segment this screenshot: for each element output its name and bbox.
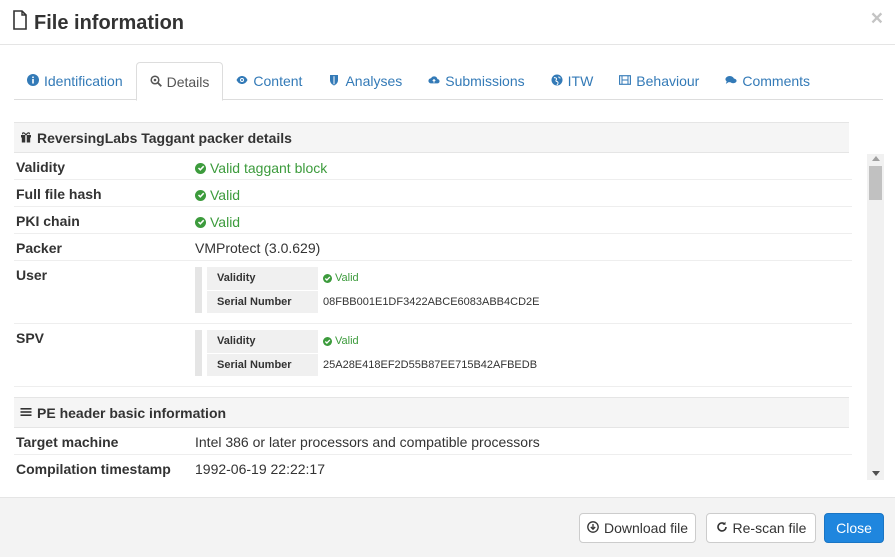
- close-icon[interactable]: ×: [871, 8, 883, 29]
- close-button[interactable]: Close: [824, 513, 884, 543]
- table-row: Serial Number 08FBB001E1DF3422ABCE6083AB…: [207, 289, 545, 313]
- table-row: Validity Valid: [207, 330, 542, 353]
- shield-icon: [328, 73, 340, 89]
- list-icon: [20, 405, 32, 421]
- pe-header-section-header: PE header basic information: [14, 397, 849, 428]
- refresh-icon: [716, 520, 728, 536]
- row-key: Validity: [16, 159, 66, 175]
- row-full-file-hash: Full file hash Valid: [14, 180, 852, 207]
- download-file-button[interactable]: Download file: [579, 513, 696, 543]
- pe-header-section-title: PE header basic information: [37, 404, 227, 421]
- user-certificate-table: Validity Valid Serial Number 08FBB001E1D…: [195, 267, 852, 313]
- row-key: User: [16, 267, 48, 283]
- spv-certificate-table: Validity Valid Serial Number 25A28E418EF…: [195, 330, 852, 376]
- row-pki-chain: PKI chain Valid: [14, 207, 852, 234]
- tab-label: Behaviour: [636, 73, 700, 89]
- table-row: Validity Valid: [207, 267, 544, 290]
- rescan-file-button[interactable]: Re-scan file: [706, 513, 816, 543]
- scrollbar-thumb[interactable]: [869, 166, 882, 200]
- valid-status: Valid: [195, 187, 240, 203]
- table-row: Serial Number 25A28E418EF2D55B87EE715B42…: [207, 352, 543, 376]
- row-spv: SPV Validity Valid Serial Number 25A28E4…: [14, 324, 852, 387]
- cell-key: Validity: [207, 330, 318, 353]
- check-circle-icon: [323, 336, 332, 346]
- file-information-modal: File information × Identification Detail…: [0, 0, 895, 557]
- row-target-machine: Target machine Intel 386 or later proces…: [14, 428, 852, 455]
- check-circle-icon: [195, 189, 206, 201]
- valid-text: Valid: [210, 214, 241, 230]
- film-icon: [619, 73, 632, 89]
- check-circle-icon: [195, 162, 206, 174]
- row-key: PKI chain: [16, 213, 80, 229]
- tab-details[interactable]: Details: [135, 62, 224, 101]
- download-icon: [587, 520, 599, 536]
- taggant-section-title: ReversingLabs Taggant packer details: [37, 129, 292, 146]
- serial-number-value: 08FBB001E1DF3422ABCE6083ABB4CD2E: [318, 289, 545, 313]
- file-icon: [12, 10, 28, 36]
- globe-icon: [551, 73, 563, 89]
- row-packer: Packer VMProtect (3.0.629): [14, 234, 852, 261]
- tab-identification[interactable]: Identification: [14, 62, 136, 100]
- row-key: Target machine: [16, 434, 119, 450]
- row-value: VMProtect (3.0.629): [195, 240, 321, 256]
- tab-behaviour[interactable]: Behaviour: [606, 62, 712, 100]
- valid-text: Valid: [210, 187, 241, 203]
- vertical-scrollbar[interactable]: [867, 154, 884, 480]
- tab-submissions[interactable]: Submissions: [415, 62, 537, 100]
- tab-content[interactable]: Content: [223, 62, 315, 100]
- row-key: SPV: [16, 330, 45, 346]
- details-scroll-panel[interactable]: ReversingLabs Taggant packer details Val…: [14, 114, 852, 480]
- check-circle-icon: [195, 216, 206, 228]
- row-key: Compilation timestamp: [16, 461, 171, 477]
- tab-label: Content: [253, 73, 303, 89]
- modal-title-text: File information: [34, 11, 184, 34]
- cell-key: Serial Number: [207, 289, 318, 313]
- scroll-up-arrow-icon[interactable]: [867, 154, 884, 162]
- scroll-down-arrow-icon[interactable]: [867, 466, 884, 480]
- tab-label: Analyses: [345, 73, 403, 89]
- tab-label: Comments: [742, 73, 811, 89]
- modal-header: File information ×: [0, 0, 895, 45]
- eye-icon: [236, 73, 248, 89]
- valid-status: Valid: [323, 272, 359, 284]
- row-compilation-timestamp: Compilation timestamp 1992-06-19 22:22:1…: [14, 455, 852, 480]
- serial-number-value: 25A28E418EF2D55B87EE715B42AFBEDB: [318, 352, 543, 376]
- row-value: 1992-06-19 22:22:17: [195, 461, 325, 477]
- tab-label: Details: [166, 73, 210, 90]
- rescan-label: Re-scan file: [732, 520, 807, 536]
- cell-key: Validity: [207, 267, 318, 290]
- tab-label: ITW: [567, 73, 594, 89]
- gift-icon: [20, 130, 32, 146]
- valid-status: Valid: [195, 214, 240, 230]
- row-key: Full file hash: [16, 186, 102, 202]
- valid-status: Valid taggant block: [195, 160, 327, 176]
- info-circle-icon: [27, 73, 39, 89]
- row-value: Intel 386 or later processors and compat…: [195, 434, 540, 450]
- tab-label: Submissions: [445, 73, 525, 89]
- cell-key: Serial Number: [207, 352, 318, 376]
- tab-comments[interactable]: Comments: [712, 62, 823, 100]
- comments-icon: [725, 73, 737, 89]
- tab-analyses[interactable]: Analyses: [315, 62, 415, 100]
- tab-label: Identification: [44, 73, 123, 89]
- download-label: Download file: [603, 520, 689, 536]
- cloud-upload-icon: [428, 73, 440, 89]
- valid-text: Valid: [335, 335, 359, 347]
- modal-title: File information: [12, 10, 184, 36]
- row-key: Packer: [16, 240, 62, 256]
- valid-text: Valid taggant block: [210, 160, 328, 176]
- modal-footer: Download file Re-scan file Close: [0, 497, 895, 557]
- tab-bar: Identification Details Content Analyses …: [14, 62, 883, 101]
- zoom-icon: [150, 74, 162, 90]
- close-label: Close: [836, 520, 872, 536]
- check-circle-icon: [323, 273, 332, 283]
- taggant-section-header: ReversingLabs Taggant packer details: [14, 122, 849, 153]
- row-validity: Validity Valid taggant block: [14, 153, 852, 180]
- tab-itw[interactable]: ITW: [538, 62, 607, 100]
- valid-status: Valid: [323, 335, 359, 347]
- valid-text: Valid: [335, 272, 359, 284]
- row-user: User Validity Valid Serial Number 08FBB0…: [14, 261, 852, 324]
